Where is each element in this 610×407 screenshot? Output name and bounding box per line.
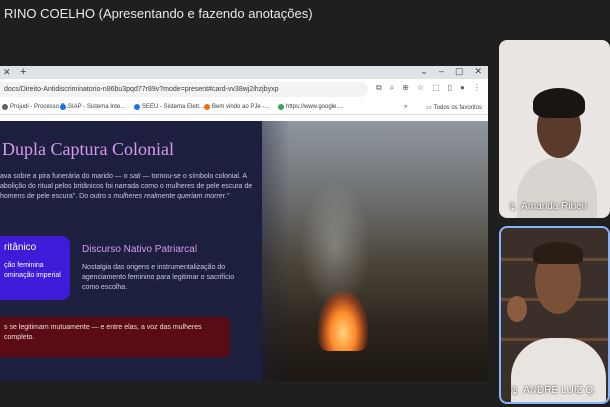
extensions-icon[interactable]: ⬚ [432, 83, 440, 93]
conclusion-box: s se legitimam mutuamente — e entre elas… [0, 317, 230, 357]
bookmarks-overflow-button[interactable]: » [404, 104, 407, 110]
address-bar[interactable]: docs/Direito-Antidiscriminatorio-n86bu3p… [0, 82, 368, 97]
tab-strip: ✕ + ⌄ – ▢ ✕ [0, 66, 488, 79]
card-title: ritânico [4, 242, 37, 253]
bookmark-favicon [2, 104, 8, 110]
sidebar-icon[interactable]: ▯ [448, 83, 452, 93]
close-tab-icon[interactable]: ✕ [3, 67, 11, 78]
participant-name: ANDRE LUIZ Q. [523, 385, 596, 396]
participant-name-label: 🎙 ANDRE LUIZ Q. [509, 385, 596, 396]
british-discourse-card: ritânico ção feminina ominação imperial [0, 236, 70, 300]
presenter-title: RINO COELHO (Apresentando e fazendo anot… [4, 6, 313, 21]
native-discourse-title: Discurso Nativo Patriarcal [82, 244, 198, 255]
participant-name: Amanda Ribeir [521, 201, 588, 212]
bookmark-seeu[interactable]: SEEU - Sistema Eletr... [134, 104, 204, 110]
bookmarks-bar: Projudi - Processo E... SIAP - Sistema I… [0, 101, 488, 115]
bookmark-siap[interactable]: SIAP - Sistema Inte... [60, 104, 125, 110]
native-discourse-body: Nostalgia das origens e instrumentalizaç… [82, 264, 235, 291]
shared-browser-window: ✕ + ⌄ – ▢ ✕ docs/Direito-Antidiscriminat… [0, 66, 488, 381]
bookmark-favicon [278, 104, 284, 110]
mic-muted-icon: 🎙 [507, 202, 518, 211]
participant-tile-andre[interactable]: 🎙 ANDRE LUIZ Q. [499, 226, 610, 404]
meet-window: RINO COELHO (Apresentando e fazendo anot… [0, 0, 610, 407]
window-controls: ⌄ – ▢ ✕ [420, 66, 482, 77]
card-body: ção feminina ominação imperial [4, 262, 61, 279]
participant-name-label: 🎙 Amanda Ribeir [507, 201, 587, 212]
close-window-button[interactable]: ✕ [474, 66, 482, 77]
presentation-slide: Dupla Captura Colonial ava sobre a pira … [0, 121, 488, 381]
address-row: docs/Direito-Antidiscriminatorio-n86bu3p… [0, 79, 488, 101]
participant-hand [507, 296, 527, 322]
zoom-icon[interactable]: ⊕ [402, 83, 409, 93]
address-icons: ⧉ ⌕ ⊕ ☆ ⬚ ▯ ● ⋮ [376, 83, 481, 93]
translate-icon[interactable]: ⌕ [390, 83, 394, 93]
bookmark-pje[interactable]: Bem vindo ao PJe -... [204, 104, 269, 110]
cast-icon[interactable]: ⧉ [376, 83, 382, 93]
new-tab-button[interactable]: + [20, 66, 26, 78]
mic-muted-icon: 🎙 [509, 386, 520, 395]
folder-icon: ▭ [426, 105, 432, 111]
participant-hair [533, 242, 583, 264]
bookmark-favicon [60, 104, 66, 110]
minimize-button[interactable]: – [439, 66, 444, 77]
bookmark-favicon [134, 104, 140, 110]
star-icon[interactable]: ☆ [417, 83, 424, 93]
maximize-button[interactable]: ▢ [455, 66, 464, 77]
participant-tile-amanda[interactable]: 🎙 Amanda Ribeir [499, 40, 610, 218]
funeral-pyre-illustration [262, 121, 488, 381]
image-fade [220, 121, 290, 381]
slide-title: Dupla Captura Colonial [2, 139, 174, 159]
tab-search-icon[interactable]: ⌄ [420, 66, 428, 77]
fire-illustration [318, 291, 368, 351]
profile-icon[interactable]: ● [460, 83, 465, 93]
all-bookmarks-folder[interactable]: ▭ Todos os favoritos [426, 104, 482, 112]
menu-icon[interactable]: ⋮ [473, 83, 481, 93]
participant-hair [533, 88, 585, 118]
bookmark-favicon [204, 104, 210, 110]
bookmark-google[interactable]: https://www.google.... [278, 104, 343, 110]
slide-intro-text: ava sobre a pira funerária do marido — o… [0, 173, 253, 200]
